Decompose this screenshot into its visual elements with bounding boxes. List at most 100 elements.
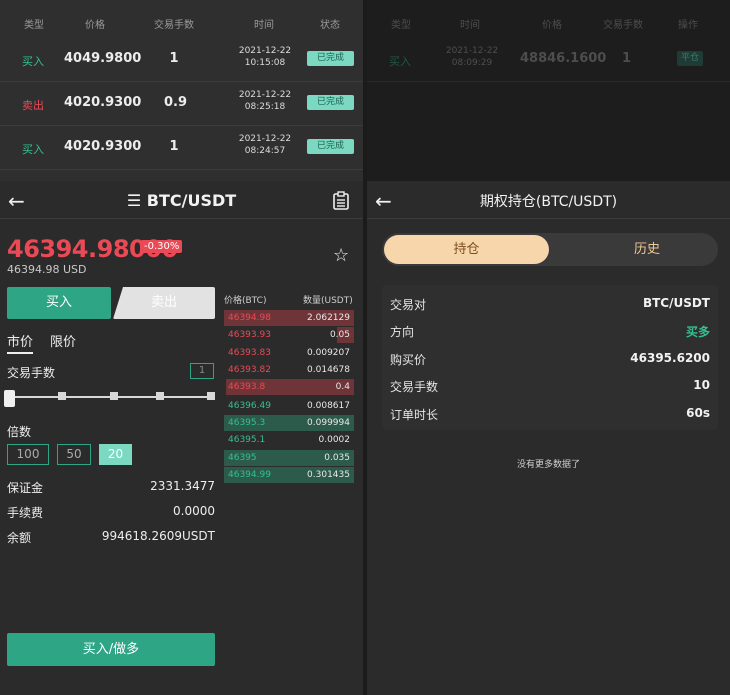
ask-qty: 2.062129 [307, 313, 350, 323]
order-price: 4049.9800 [64, 51, 142, 66]
duration-value: 60s [686, 406, 710, 420]
ask-price: 46393.8 [228, 382, 266, 392]
order-time: 2021-12-22 08:25:18 [238, 90, 292, 112]
ask-price: 46393.93 [228, 330, 271, 340]
ask-row[interactable]: 46393.82 0.014678 [224, 362, 354, 378]
trade-header: ← ☰ BTC/USDT [0, 181, 363, 219]
bid-row[interactable]: 46395 0.035 [224, 450, 354, 466]
ask-row[interactable]: 46393.8 0.4 [224, 379, 354, 395]
col-price: 价格 [85, 20, 105, 31]
order-qty: 1 [622, 51, 632, 66]
status-badge: 已完成 [307, 51, 354, 66]
usd-price: 46394.98 USD [7, 263, 87, 276]
order-type: 买入 [22, 55, 44, 68]
col-action: 操作 [678, 20, 698, 31]
direction-label: 方向 [390, 325, 415, 339]
fee-label: 手续费 [7, 506, 44, 520]
buy-long-button[interactable]: 买入/做多 [7, 633, 215, 666]
bid-price: 46395.1 [228, 435, 266, 445]
order-type: 买入 [389, 55, 411, 68]
ask-qty: 0.014678 [307, 365, 350, 375]
bid-price: 46395.3 [228, 418, 266, 428]
duration-label: 订单时长 [390, 408, 439, 422]
bid-row[interactable]: 46395.3 0.099994 [224, 415, 354, 431]
bid-price: 46395 [228, 453, 257, 463]
fee-value: 0.0000 [173, 504, 215, 518]
leverage-label: 倍数 [7, 425, 32, 439]
pair-label: 交易对 [390, 298, 427, 312]
bid-qty: 0.035 [324, 453, 350, 463]
tab-holdings[interactable]: 持仓 [384, 235, 549, 264]
book-qty-header: 数量(USDT) [303, 296, 353, 306]
leverage-option-50[interactable]: 50 [57, 444, 91, 465]
status-badge: 已完成 [307, 95, 354, 110]
clipboard-icon[interactable] [332, 191, 350, 210]
col-type: 类型 [391, 20, 411, 31]
tab-limit[interactable]: 限价 [50, 331, 76, 350]
buy-tab[interactable]: 买入 [7, 287, 111, 319]
col-qty: 交易手数 [603, 20, 643, 31]
bid-qty: 0.301435 [307, 470, 350, 480]
table-row: 买入 2021-12-22 08:09:29 48846.1600 1 平仓 [367, 38, 730, 82]
no-more-data: 没有更多数据了 [516, 460, 580, 470]
tab-market[interactable]: 市价 [7, 331, 34, 354]
col-price: 价格 [542, 20, 562, 31]
pair-value: BTC/USDT [642, 296, 710, 310]
sell-tab[interactable]: 卖出 [113, 287, 215, 319]
position-card[interactable]: 交易对 BTC/USDT 方向 买多 购买价 46395.6200 交易手数 1… [382, 285, 718, 430]
bid-qty: 0.099994 [307, 418, 350, 428]
bid-qty: 0.008617 [307, 401, 350, 411]
status-badge: 已完成 [307, 139, 354, 154]
lots-label: 交易手数 [390, 380, 439, 394]
right-positions-panel: 类型 时间 价格 交易手数 操作 买入 2021-12-22 08:09:29 4… [367, 0, 730, 695]
ask-qty: 0.05 [329, 330, 350, 340]
ask-row[interactable]: 46393.83 0.009207 [224, 345, 354, 361]
order-qty: 1 [169, 51, 179, 66]
position-tabs: 持仓 历史 [382, 233, 718, 266]
direction-value: 买多 [685, 325, 710, 339]
bid-row[interactable]: 46396.49 0.008617 [224, 398, 354, 414]
page-title: 期权持仓(BTC/USDT) [479, 194, 618, 210]
favorite-star-icon[interactable]: ☆ [333, 245, 349, 266]
order-table-header: 类型 价格 交易手数 时间 状态 [0, 16, 363, 31]
order-type: 买入 [22, 143, 44, 156]
leverage-option-100[interactable]: 100 [7, 444, 49, 465]
book-price-header: 价格(BTC) [224, 296, 267, 306]
leverage-option-20[interactable]: 20 [99, 444, 132, 465]
qty-label: 交易手数 [7, 366, 56, 380]
bid-price: 46396.49 [228, 401, 271, 411]
order-time: 2021-12-22 08:24:57 [238, 134, 292, 156]
table-row[interactable]: 买入 4049.9800 1 2021-12-22 10:15:08 已完成 [0, 38, 363, 82]
balance-value: 994618.2609USDT [101, 529, 215, 543]
ask-price: 46393.82 [228, 365, 271, 375]
positions-header: ← 期权持仓(BTC/USDT) [367, 181, 730, 219]
slider-step[interactable] [110, 392, 118, 400]
ask-row[interactable]: 46394.98 2.062129 [224, 310, 354, 326]
bid-row[interactable]: 46394.99 0.301435 [224, 467, 354, 483]
tab-history[interactable]: 历史 [582, 235, 712, 264]
buy-price-label: 购买价 [390, 353, 427, 367]
slider-step[interactable] [207, 392, 215, 400]
ask-price: 46394.98 [228, 313, 271, 323]
slider-handle[interactable] [4, 390, 15, 407]
table-row[interactable]: 买入 4020.9300 1 2021-12-22 08:24:57 已完成 [0, 126, 363, 170]
bid-row[interactable]: 46395.1 0.0002 [224, 432, 354, 448]
col-time: 时间 [460, 20, 480, 31]
menu-icon[interactable]: ☰ [127, 191, 141, 210]
dimmed-order-table: 类型 时间 价格 交易手数 操作 买入 2021-12-22 08:09:29 4… [367, 0, 730, 181]
buy-price-value: 46395.6200 [630, 351, 710, 365]
lots-value: 10 [693, 378, 710, 392]
margin-label: 保证金 [7, 481, 44, 495]
margin-value: 2331.3477 [150, 479, 215, 493]
slider-step[interactable] [58, 392, 66, 400]
ask-row[interactable]: 46393.93 0.05 [224, 327, 354, 343]
order-qty: 1 [169, 139, 179, 154]
table-row[interactable]: 卖出 4020.9300 0.9 2021-12-22 08:25:18 已完成 [0, 82, 363, 126]
col-type: 类型 [24, 20, 44, 31]
slider-step[interactable] [156, 392, 164, 400]
order-time: 2021-12-22 08:09:29 [445, 46, 499, 68]
order-price: 48846.1600 [520, 51, 607, 66]
pair-title[interactable]: BTC/USDT [147, 191, 236, 210]
qty-input[interactable]: 1 [190, 363, 214, 379]
ask-qty: 0.4 [335, 382, 350, 392]
